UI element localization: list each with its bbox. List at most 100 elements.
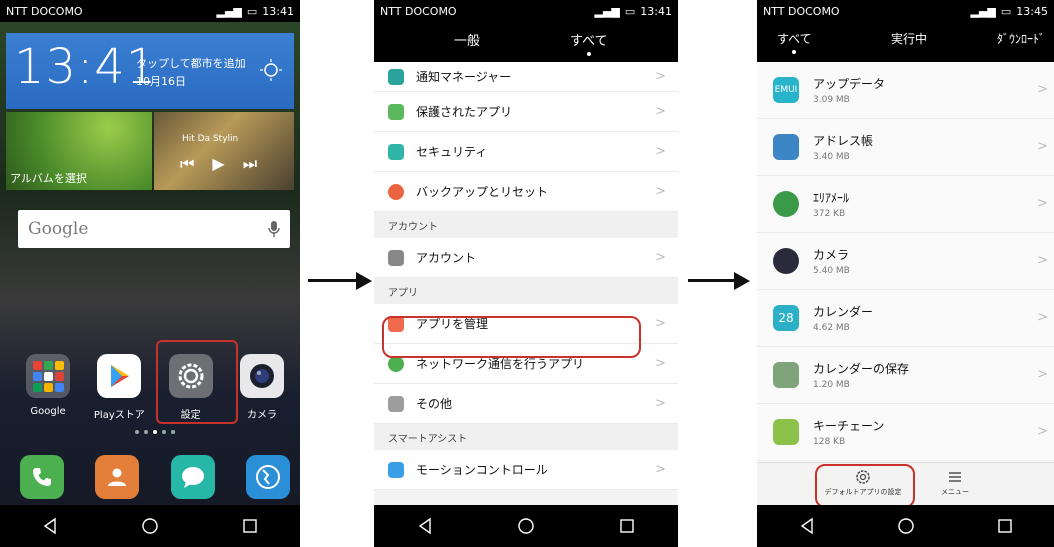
chevron-right-icon: > [655,104,666,119]
app-size: 1.20 MB [813,380,850,390]
contacts-icon[interactable] [95,455,140,499]
album-label: アルバムを選択 [10,172,87,185]
previous-icon[interactable]: ⏮ [180,154,194,174]
tab-all[interactable]: すべて [570,30,608,56]
row-protected-apps[interactable]: 保護されたアプリ > [374,92,678,132]
camera-icon [773,248,799,274]
home-icon[interactable] [141,517,159,535]
google-folder-icon [26,354,70,398]
chevron-right-icon: > [655,316,666,331]
play-icon[interactable]: ▶ [212,154,224,174]
recents-icon[interactable] [618,517,636,535]
nav-bar [0,505,300,547]
microphone-icon[interactable] [268,220,280,238]
nav-bar [757,505,1054,547]
music-widget[interactable]: Hit Da Stylin ⏮ ▶ ⏭ [154,112,294,190]
browser-icon[interactable] [245,455,290,499]
app-play-store[interactable]: Playストア [91,354,147,421]
row-backup-reset[interactable]: バックアップとリセット > [374,172,678,212]
google-search-bar[interactable]: Google [18,210,290,248]
app-name: カメラ [813,248,850,262]
play-store-icon [97,354,142,398]
section-header-account: アカウント [374,212,678,238]
recents-icon[interactable] [996,517,1014,535]
menu-button[interactable]: メニュー [925,469,985,497]
app-camera[interactable]: カメラ [234,354,290,421]
sun-icon [260,59,282,81]
nav-bar [374,505,678,547]
battery-icon: ▭ [624,4,636,18]
row-account[interactable]: アカウント > [374,238,678,278]
list-item[interactable]: カメラ 5.40 MB > [757,233,1054,290]
list-item[interactable]: キーチェーン 128 KB > [757,404,1054,461]
weather-clock-widget[interactable]: 13:41 タップして都市を追加 10月16日 [6,33,294,109]
calendar-icon: 28 [773,305,799,331]
status-bar: NTT DOCOMO ▂▄▆ ▭ 13:41 [0,0,300,22]
album-widget[interactable]: アルバムを選択 [6,112,152,190]
tab-all[interactable]: すべて [777,30,812,54]
app-label-play-store: Playストア [93,410,145,421]
status-time: 13:41 [640,4,672,18]
row-motion-control[interactable]: モーションコントロール > [374,450,678,490]
section-header-apps: アプリ [374,278,678,304]
chevron-right-icon: > [1037,139,1048,154]
carrier-label: NTT DOCOMO [763,4,840,18]
chevron-right-icon: > [1037,253,1048,268]
chevron-right-icon: > [1037,424,1048,439]
home-icon[interactable] [517,517,535,535]
tab-running[interactable]: 実行中 [891,30,927,47]
list-item[interactable]: EMUI アップデータ 3.09 MB > [757,62,1054,119]
list-item[interactable]: ｴﾘｱﾒｰﾙ 372 KB > [757,176,1054,233]
search-placeholder: Google [28,219,89,239]
chevron-right-icon: > [1037,310,1048,325]
back-icon[interactable] [41,517,59,535]
back-icon[interactable] [416,517,434,535]
page-indicator [135,430,175,434]
row-notification-manager[interactable]: 通知マネージャー > [374,62,678,92]
app-name: アドレス帳 [813,134,874,148]
more-icon [388,395,404,412]
phone-home-screen: NTT DOCOMO ▂▄▆ ▭ 13:41 13:41 タップして都市を追加 10… [0,0,300,547]
row-security[interactable]: セキュリティ > [374,132,678,172]
backup-icon [388,183,404,200]
settings-list: 通知マネージャー > 保護されたアプリ > セキュリティ > バックアップとリセ… [374,62,678,490]
app-google[interactable]: Google [20,354,76,421]
home-icon[interactable] [897,517,915,535]
back-icon[interactable] [798,517,816,535]
signal-icon: ▂▄▆ [970,4,996,18]
list-item[interactable]: カレンダーの保存 1.20 MB > [757,347,1054,404]
carrier-label: NTT DOCOMO [380,4,457,18]
tab-general[interactable]: 一般 [454,30,480,49]
chevron-right-icon: > [1037,196,1048,211]
messages-icon[interactable] [170,455,215,499]
tab-running-label: 実行中 [891,32,928,46]
app-badge: EMUI [774,85,798,95]
chevron-right-icon: > [1037,82,1048,97]
tab-downloaded-label: ﾀﾞｳﾝﾛｰﾄﾞ [997,32,1046,46]
chevron-right-icon: > [655,462,666,477]
add-city-text: タップして都市を追加 [136,57,246,70]
app-label-camera: カメラ [246,410,277,421]
phone-icon[interactable] [20,455,64,499]
chevron-right-icon: > [655,250,666,265]
list-item[interactable]: アドレス帳 3.40 MB > [757,119,1054,176]
recents-icon[interactable] [241,517,259,535]
battery-icon: ▭ [246,4,258,18]
tab-downloaded[interactable]: ﾀﾞｳﾝﾛｰﾄﾞ [997,30,1045,47]
next-icon[interactable]: ⏭ [243,154,257,174]
calendar-storage-icon [773,362,799,388]
row-label: アカウント [416,251,477,265]
row-label: 保護されたアプリ [416,105,513,119]
battery-icon: ▭ [1000,4,1012,18]
android-keychain-icon [773,419,799,445]
chevron-right-icon: > [655,69,666,84]
phone-app-list-screen: NTT DOCOMO ▂▄▆ ▭ 13:45 すべて 実行中 ﾀﾞｳﾝﾛｰﾄﾞ EM… [757,0,1054,547]
app-badge: 28 [778,311,794,325]
camera-icon [239,354,284,398]
settings-highlight [156,340,238,424]
app-name: カレンダー [813,305,874,319]
lock-icon [388,143,404,160]
app-size: 4.62 MB [813,323,850,333]
list-item[interactable]: 28 カレンダー 4.62 MB > [757,290,1054,347]
row-other[interactable]: その他 > [374,384,678,424]
